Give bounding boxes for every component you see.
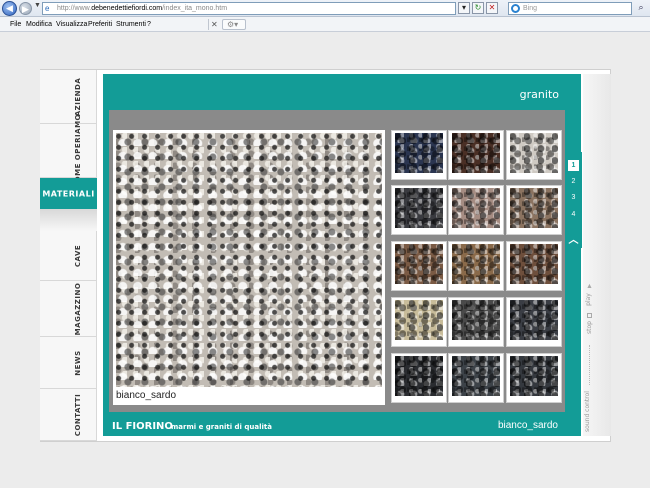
- menu-divider: [208, 19, 209, 30]
- url-path: /index_ita_mono.htm: [162, 5, 228, 12]
- tab-label: MATERIALI: [42, 189, 95, 198]
- footer-tagline: marmi e graniti di qualità: [171, 423, 272, 431]
- main-stone-image: [116, 133, 382, 387]
- stone-thumbnail[interactable]: [448, 185, 504, 235]
- stone-swatch: [452, 133, 500, 173]
- tab-azienda[interactable]: AZIENDA: [40, 70, 97, 124]
- stone-thumbnail[interactable]: [506, 130, 562, 180]
- tab-contatti[interactable]: CONTATTI: [40, 389, 97, 441]
- search-input[interactable]: Bing: [508, 2, 632, 15]
- menu-strumenti[interactable]: Strumenti: [116, 19, 146, 30]
- browser-toolbar: ◀ ▶ ▼ e http://www.debenedettiefiordi.co…: [0, 0, 650, 17]
- stone-swatch: [510, 133, 558, 173]
- tab-label: CONTATTI: [74, 393, 82, 436]
- tab-label: NEWS: [74, 349, 82, 376]
- stone-thumbnail[interactable]: [391, 353, 447, 403]
- stone-swatch: [395, 244, 443, 284]
- menu-preferiti[interactable]: Preferiti: [88, 19, 112, 30]
- stone-swatch: [452, 300, 500, 340]
- bing-icon: [511, 4, 520, 13]
- stone-swatch: [395, 133, 443, 173]
- tab-magazzino[interactable]: MAGAZZINO: [40, 281, 97, 337]
- play-label[interactable]: play: [585, 293, 592, 306]
- stone-swatch: [452, 356, 500, 396]
- stone-swatch: [510, 300, 558, 340]
- gear-icon: ⚙▾: [227, 20, 239, 29]
- menu-visualizza[interactable]: Visualizza: [56, 19, 87, 30]
- stone-swatch: [510, 188, 558, 228]
- main-stone-caption: bianco_sardo: [116, 390, 177, 401]
- tab-news[interactable]: NEWS: [40, 337, 97, 389]
- stone-thumbnail[interactable]: [448, 297, 504, 347]
- stone-thumbnail[interactable]: [506, 353, 562, 403]
- tab-materiali[interactable]: MATERIALI: [40, 178, 97, 209]
- stone-swatch: [452, 188, 500, 228]
- page-4-button[interactable]: 4: [565, 210, 582, 219]
- compatibility-icon[interactable]: ▾: [458, 2, 470, 14]
- page-1-button[interactable]: 1: [568, 160, 579, 171]
- stone-swatch: [510, 356, 558, 396]
- footer-brand: IL FIORINO: [112, 421, 173, 432]
- url-prefix: http://www.: [57, 5, 92, 12]
- stone-thumbnail[interactable]: [506, 241, 562, 291]
- search-placeholder: Bing: [523, 5, 538, 12]
- scroll-up-icon[interactable]: ︿: [568, 236, 579, 246]
- stone-swatch: [395, 300, 443, 340]
- sound-control-label[interactable]: sound control: [584, 391, 591, 432]
- page-2-button[interactable]: 2: [565, 177, 582, 186]
- menu-help[interactable]: ?: [147, 19, 151, 30]
- stone-thumbnail[interactable]: [391, 241, 447, 291]
- url-host: debenedettiefiordi.com: [91, 5, 163, 12]
- stone-swatch: [395, 356, 443, 396]
- stone-swatch: [395, 188, 443, 228]
- stone-thumbnail[interactable]: [448, 353, 504, 403]
- stop-square-icon[interactable]: [587, 313, 592, 318]
- stone-thumbnail[interactable]: [391, 297, 447, 347]
- footer-selected-name: bianco_sardo: [497, 420, 558, 431]
- stone-thumbnail[interactable]: [506, 297, 562, 347]
- stone-thumbnail[interactable]: [448, 130, 504, 180]
- stone-thumbnail[interactable]: [391, 185, 447, 235]
- tab-divider: [40, 209, 97, 231]
- back-button[interactable]: ◀: [2, 1, 17, 16]
- forward-arrow-icon: ▶: [22, 4, 29, 14]
- stop-label[interactable]: stop: [586, 321, 593, 334]
- tab-come-operiamo[interactable]: COME OPERIAMO: [40, 114, 97, 187]
- tab-label: COME OPERIAMO: [74, 113, 82, 188]
- search-button[interactable]: ⌕: [635, 2, 647, 14]
- pagination: 1 2 3 4 ︿: [565, 152, 582, 248]
- close-tab-icon[interactable]: ✕: [211, 19, 218, 30]
- back-arrow-icon: ◀: [6, 3, 13, 13]
- forward-button[interactable]: ▶: [19, 2, 32, 15]
- history-dropdown-icon[interactable]: ▼: [34, 2, 41, 9]
- tab-cave[interactable]: CAVE: [40, 231, 97, 281]
- menu-modifica[interactable]: Modifica: [26, 19, 52, 30]
- slideshow-controls: [583, 74, 611, 436]
- stone-thumbnail[interactable]: [506, 185, 562, 235]
- menu-file[interactable]: File: [10, 19, 21, 30]
- page-3-button[interactable]: 3: [565, 193, 582, 202]
- refresh-icon[interactable]: ↻: [472, 2, 484, 14]
- menu-bar: File Modifica Visualizza Preferiti Strum…: [0, 17, 650, 32]
- tools-gear-button[interactable]: ⚙▾: [222, 19, 246, 30]
- stone-thumbnail[interactable]: [448, 241, 504, 291]
- category-title: granito: [519, 88, 559, 101]
- stop-icon[interactable]: ✕: [486, 2, 498, 14]
- address-bar[interactable]: e http://www.debenedettiefiordi.com/inde…: [42, 2, 456, 15]
- tab-label: AZIENDA: [74, 77, 82, 116]
- volume-track[interactable]: [589, 345, 590, 385]
- page-icon: e: [45, 4, 50, 13]
- stone-swatch: [452, 244, 500, 284]
- play-icon[interactable]: ▲: [586, 283, 593, 290]
- tab-label: MAGAZZINO: [74, 282, 82, 335]
- stone-swatch: [510, 244, 558, 284]
- stone-thumbnail[interactable]: [391, 130, 447, 180]
- tab-label: CAVE: [74, 244, 82, 267]
